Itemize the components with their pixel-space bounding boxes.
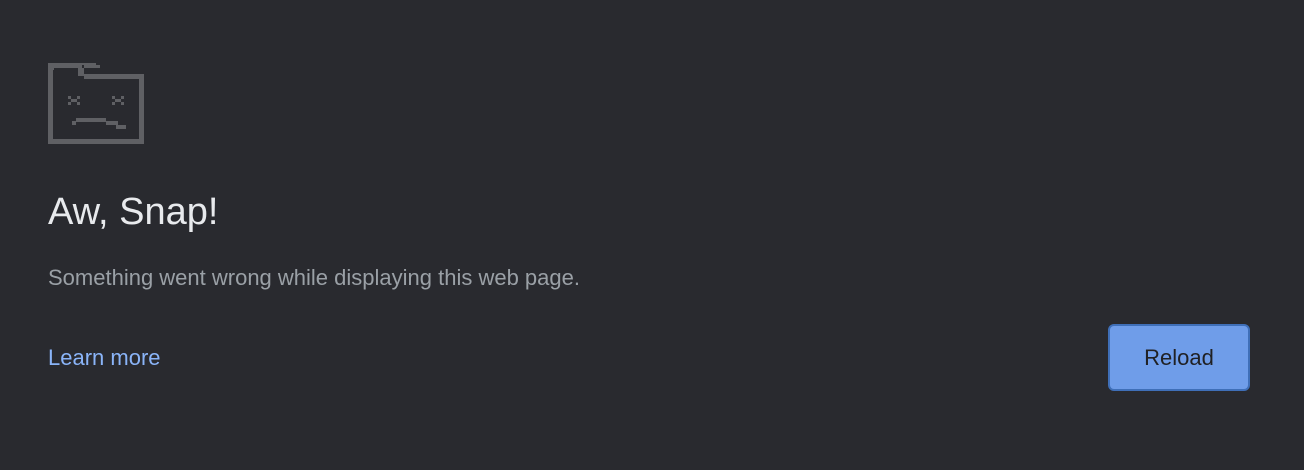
sad-tab-icon xyxy=(48,63,144,144)
error-title: Aw, Snap! xyxy=(48,191,219,233)
reload-button[interactable]: Reload xyxy=(1108,324,1250,391)
error-message: Something went wrong while displaying th… xyxy=(48,265,580,290)
error-page: Aw, Snap! Something went wrong while dis… xyxy=(0,0,1304,470)
learn-more-link[interactable]: Learn more xyxy=(48,343,161,373)
